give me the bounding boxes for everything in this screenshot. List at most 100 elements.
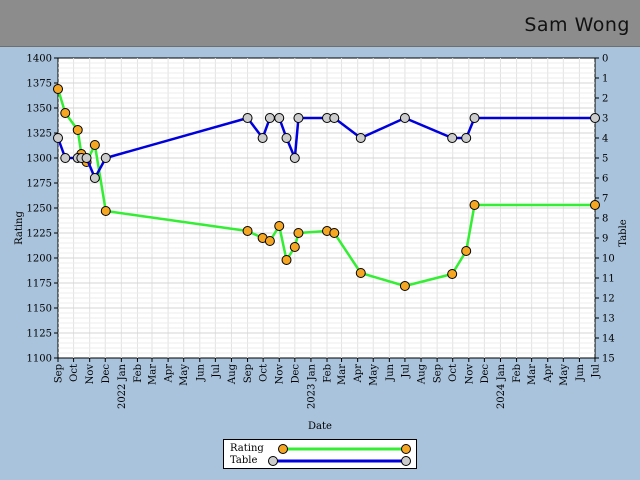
x-tick-label: Nov [464, 364, 475, 385]
x-tick-label: Oct [69, 364, 80, 382]
left-tick-label: 1275 [27, 179, 52, 190]
grid-lines [58, 58, 595, 358]
left-tick-label: 1400 [27, 54, 52, 65]
right-tick-label: 2 [602, 94, 608, 105]
x-tick-label: Jul [591, 364, 602, 379]
point-rating-6 [100, 206, 111, 216]
left-tick-label: 1225 [27, 229, 52, 240]
point-table-10 [274, 113, 285, 123]
point-table-16 [355, 133, 366, 143]
left-tick-label: 1250 [27, 204, 52, 215]
point-rating-18 [447, 269, 458, 279]
right-tick-label: 9 [602, 234, 608, 245]
x-tick-label: 2022 Jan [117, 363, 128, 409]
x-tick-label: Oct [259, 364, 270, 382]
x-axis-title: Date [308, 421, 332, 432]
x-tick-label: Feb [133, 364, 144, 383]
point-rating-9 [264, 236, 275, 246]
x-tick-label: Mar [337, 364, 348, 385]
point-table-20 [469, 113, 480, 123]
x-tick-label: Mar [527, 364, 538, 385]
point-rating-15 [329, 228, 340, 238]
x-tick-label: Apr [164, 364, 175, 384]
x-tick-label: Jun [195, 363, 206, 381]
right-tick-label: 7 [602, 194, 608, 205]
right-tick-label: 3 [602, 114, 608, 125]
x-tick-label: May [369, 364, 380, 386]
left-tick-label: 1200 [27, 254, 52, 265]
point-rating-21 [590, 200, 600, 210]
point-rating-11 [281, 255, 292, 265]
point-table-21 [590, 113, 600, 123]
right-tick-label: 14 [602, 334, 615, 345]
right-tick-label: 4 [602, 134, 608, 145]
x-tick-label: Dec [101, 364, 112, 384]
x-tick-label: 2023 Jan [306, 363, 317, 409]
x-tick-label: Feb [323, 364, 334, 383]
point-table-11 [281, 133, 292, 143]
left-tick-label: 1100 [27, 354, 52, 365]
x-tick-label: Apr [353, 364, 364, 384]
legend-label-rating: Rating [230, 443, 264, 454]
left-tick-label: 1375 [27, 79, 52, 90]
x-tick-label: Sep [243, 364, 254, 383]
point-table-19 [461, 133, 472, 143]
left-axis-ticks: 1100 1125 1150 1175 1200 1225 1250 1275 1300 1325… [27, 54, 58, 365]
x-tick-label: Nov [85, 364, 96, 385]
right-axis-title: Table [618, 219, 629, 246]
point-rating-1 [60, 108, 71, 118]
point-table-18 [447, 133, 458, 143]
left-tick-label: 1150 [27, 304, 52, 315]
left-tick-label: 1325 [27, 129, 52, 140]
right-tick-label: 5 [602, 154, 608, 165]
point-rating-16 [355, 268, 366, 278]
legend-label-table: Table [230, 455, 258, 466]
left-axis-title: Rating [14, 211, 25, 245]
point-rating-7 [242, 226, 253, 236]
point-table-1 [60, 153, 71, 163]
x-tick-label: Sep [54, 364, 65, 383]
point-rating-10 [274, 221, 285, 231]
right-tick-label: 13 [602, 314, 615, 325]
left-tick-label: 1125 [27, 329, 52, 340]
x-tick-label: Apr [543, 364, 554, 384]
left-tick-label: 1175 [27, 279, 52, 290]
point-rating-19 [461, 246, 472, 256]
x-tick-label: Jul [400, 364, 411, 379]
right-tick-label: 11 [602, 274, 615, 285]
right-tick-label: 12 [602, 294, 615, 305]
point-table-9 [264, 113, 275, 123]
point-rating-12 [289, 242, 300, 252]
x-tick-label: Jul [211, 364, 222, 379]
point-table-0 [53, 133, 63, 143]
right-tick-label: 8 [602, 214, 608, 225]
x-tick-label: Jun [385, 363, 396, 381]
right-tick-label: 10 [602, 254, 615, 265]
point-table-12 [289, 153, 300, 163]
x-tick-label: Oct [448, 364, 459, 382]
point-table-17 [399, 113, 410, 123]
x-tick-label: Sep [433, 364, 444, 383]
right-tick-label: 15 [602, 354, 615, 365]
x-tick-label: May [179, 364, 190, 386]
x-axis-ticks: Sep Oct Nov Dec 2022 Jan Feb Mar Apr May Jun Jul Au… [54, 358, 602, 409]
right-tick-label: 1 [602, 74, 608, 85]
x-tick-label: Dec [290, 364, 301, 384]
point-table-15 [329, 113, 340, 123]
point-table-13 [293, 113, 304, 123]
x-tick-label: 2024 Jan [496, 363, 507, 409]
point-table-5 [89, 173, 100, 183]
left-tick-label: 1300 [27, 154, 52, 165]
x-tick-label: Nov [275, 364, 286, 385]
rating-table-chart: 1100112511501175120012251250127513001325… [14, 54, 629, 433]
legend: Rating Table [223, 439, 417, 469]
point-table-4 [81, 153, 92, 163]
point-rating-20 [469, 200, 480, 210]
point-rating-0 [53, 84, 63, 94]
right-tick-label: 0 [602, 54, 608, 65]
x-tick-label: May [559, 364, 570, 386]
point-table-7 [242, 113, 253, 123]
point-rating-5 [89, 140, 100, 150]
right-tick-label: 6 [602, 174, 608, 185]
x-tick-label: Aug [227, 363, 238, 385]
